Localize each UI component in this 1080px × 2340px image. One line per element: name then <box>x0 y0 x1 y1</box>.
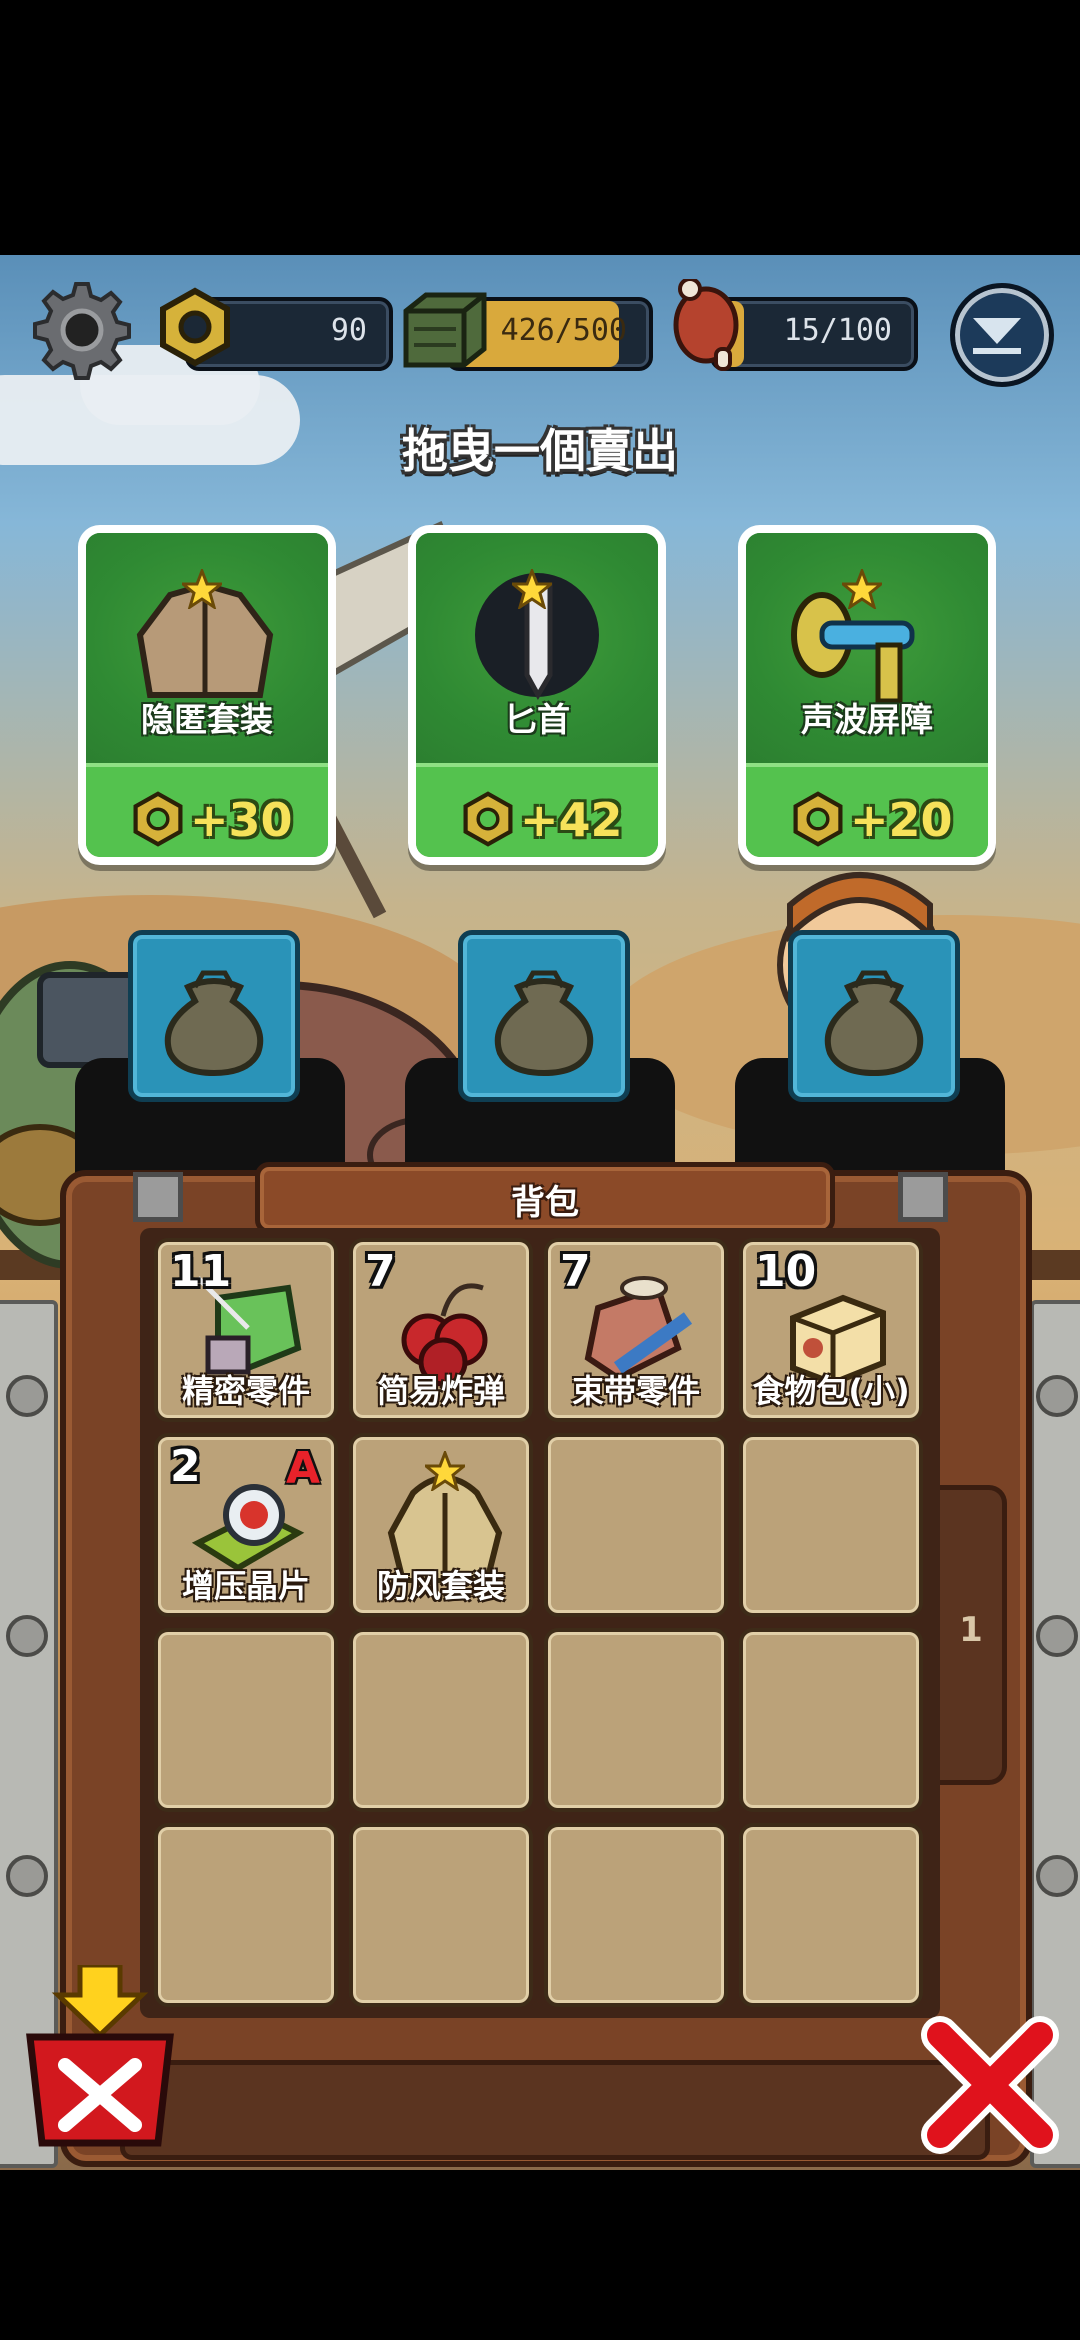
sell-drop-slot[interactable] <box>458 930 630 1102</box>
rivet <box>6 1375 48 1417</box>
inventory-slot-empty[interactable] <box>739 1823 923 2007</box>
card-price: +42 <box>520 793 623 847</box>
inventory-slot[interactable]: 7 束带零件 <box>544 1238 728 1422</box>
discard-icon <box>26 1962 174 2147</box>
inventory-slot-empty[interactable] <box>544 1628 728 1812</box>
sell-card[interactable]: 声波屏障 +20 <box>738 525 996 865</box>
rivet <box>1036 1375 1078 1417</box>
inventory-slot-empty[interactable] <box>739 1628 923 1812</box>
discard-button[interactable] <box>20 1962 180 2155</box>
item-count: 7 <box>560 1246 591 1297</box>
page-tab[interactable]: 1 <box>940 1485 1007 1785</box>
inventory-slot-empty[interactable] <box>154 1823 338 2007</box>
inventory-slot-empty[interactable] <box>349 1628 533 1812</box>
settings-button[interactable] <box>32 280 132 380</box>
item-count: 7 <box>365 1246 396 1297</box>
item-name: 增压晶片 <box>181 1567 310 1605</box>
sell-card[interactable]: 隐匿套装 +30 <box>78 525 336 865</box>
item-name: 束带零件 <box>571 1372 700 1410</box>
food-value: 15/100 <box>783 313 892 348</box>
item-count: 2 <box>170 1441 201 1492</box>
panel-corner <box>898 1172 948 1222</box>
rivet <box>1036 1855 1078 1897</box>
star-icon <box>512 569 552 609</box>
close-button[interactable] <box>920 2015 1060 2155</box>
item-name: 食物包(小) <box>752 1372 910 1410</box>
instruction-text: 拖曳一個賣出 <box>402 424 678 478</box>
close-icon <box>921 2016 1059 2154</box>
inventory-slot[interactable]: 2 A 增压晶片 <box>154 1433 338 1617</box>
meat-icon <box>673 279 739 371</box>
card-item-name: 匕首 <box>504 700 570 739</box>
inventory-slot[interactable]: 防风套装 <box>349 1433 533 1617</box>
backpack-title: 背包 <box>511 1183 579 1223</box>
item-count: 11 <box>170 1246 232 1297</box>
sack-icon <box>164 970 264 1077</box>
inventory-slot-empty[interactable] <box>739 1433 923 1617</box>
gear-icon <box>33 282 131 380</box>
inventory-slot[interactable]: 11 精密零件 <box>154 1238 338 1422</box>
sell-drop-slot[interactable] <box>788 930 960 1102</box>
rivet <box>1036 1615 1078 1657</box>
sack-icon <box>824 970 924 1077</box>
page-number: 1 <box>959 1610 983 1650</box>
dropdown-menu-button[interactable] <box>950 283 1054 387</box>
item-rank-badge: A <box>285 1443 320 1494</box>
star-icon <box>842 569 882 609</box>
bottom-rail <box>120 2060 990 2160</box>
star-icon <box>182 569 222 609</box>
nut-icon <box>793 791 843 847</box>
inventory-slot[interactable]: 7 简易炸弹 <box>349 1238 533 1422</box>
cargo-crate-icon <box>403 292 487 368</box>
sell-drop-slot[interactable] <box>128 930 300 1102</box>
sack-icon <box>494 970 594 1077</box>
cargo-value: 426/500 <box>500 313 627 348</box>
nuts-value: 90 <box>330 313 367 348</box>
item-name: 简易炸弹 <box>376 1372 505 1410</box>
card-item-name: 隐匿套装 <box>141 700 273 739</box>
sell-card[interactable]: 匕首 +42 <box>408 525 666 865</box>
nut-icon <box>463 791 513 847</box>
item-count: 10 <box>755 1246 817 1297</box>
dropdown-icon <box>973 318 1021 354</box>
backpack-title-bar: 背包 <box>255 1162 835 1234</box>
star-icon <box>425 1451 465 1491</box>
rivet <box>6 1615 48 1657</box>
inventory-slot-empty[interactable] <box>544 1433 728 1617</box>
nut-icon <box>133 791 183 847</box>
card-price: +30 <box>190 793 293 847</box>
nut-icon <box>160 287 230 367</box>
inventory-slot-empty[interactable] <box>349 1823 533 2007</box>
card-price: +20 <box>850 793 953 847</box>
item-name: 防风套装 <box>376 1567 505 1605</box>
rivet <box>6 1855 48 1897</box>
inventory-slot-empty[interactable] <box>544 1823 728 2007</box>
card-item-name: 声波屏障 <box>801 700 933 739</box>
top-bar: 90 426/500 15/100 <box>0 265 1080 395</box>
inventory-slot[interactable]: 10 食物包(小) <box>739 1238 923 1422</box>
item-name: 精密零件 <box>181 1372 310 1410</box>
inventory-slot-empty[interactable] <box>154 1628 338 1812</box>
panel-corner <box>133 1172 183 1222</box>
